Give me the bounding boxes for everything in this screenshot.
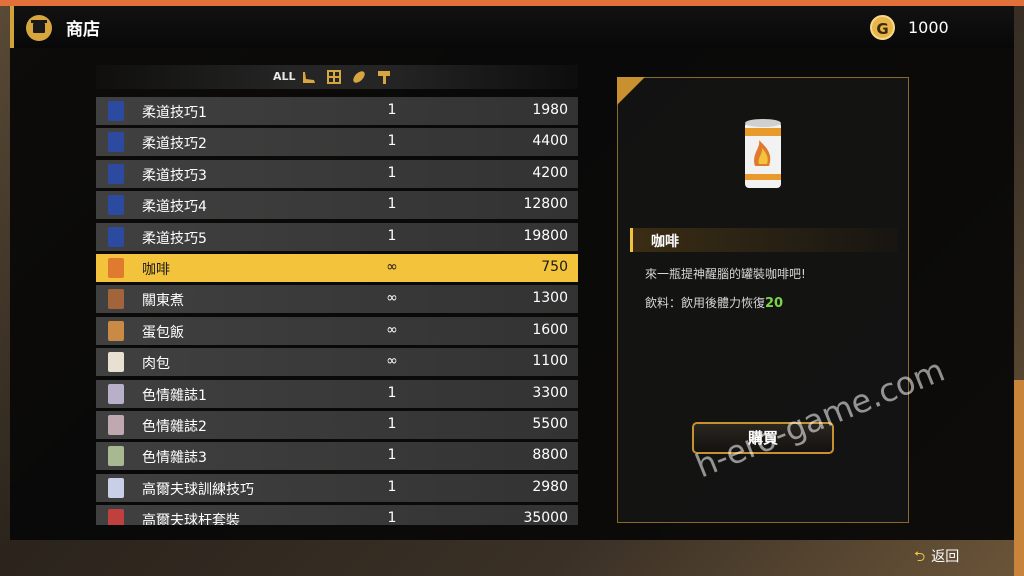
shop-icon <box>26 15 52 41</box>
item-qty: 1 <box>387 164 397 181</box>
item-thumbnail-icon <box>108 352 124 373</box>
item-qty: 1 <box>387 102 397 118</box>
item-price: 8800 <box>532 447 568 464</box>
product-effect: 飲料：飲用後體力恢復20 <box>645 294 783 311</box>
item-price: 750 <box>541 259 568 275</box>
item-name: 色情雜誌3 <box>142 450 207 467</box>
item-row[interactable]: 柔道技巧4 1 12800 <box>96 191 578 220</box>
item-qty: 1 <box>387 478 397 495</box>
product-name-bar: 咖啡 <box>630 228 898 252</box>
item-name: 關東煮 <box>142 293 184 310</box>
item-row[interactable]: 色情雜誌3 1 8800 <box>96 442 578 471</box>
item-qty: 1 <box>387 416 397 432</box>
coin-balance: 1000 <box>908 18 949 37</box>
item-qty: 1 <box>387 227 397 244</box>
item-name: 咖啡 <box>142 262 170 278</box>
item-name: 柔道技巧3 <box>142 167 207 184</box>
back-label: 返回 <box>931 549 960 565</box>
item-price: 1980 <box>532 102 568 118</box>
main-panel: ALL 柔道技巧1 1 1980 柔道技巧2 1 4400 柔道技巧3 1 4200 柔道技巧4 1… <box>10 48 1014 540</box>
effect-value: 20 <box>765 296 784 311</box>
item-thumbnail-icon <box>108 415 124 435</box>
page-title: 商店 <box>66 20 100 40</box>
item-row[interactable]: 高爾夫球杆套裝 1 35000 <box>96 505 578 525</box>
category-book-icon[interactable] <box>325 68 343 86</box>
coin-icon: G <box>870 15 895 40</box>
item-price: 12800 <box>523 196 568 213</box>
item-thumbnail-icon <box>108 163 124 184</box>
category-bar: ALL <box>96 65 578 89</box>
item-name: 高爾夫球杆套裝 <box>142 513 240 525</box>
item-name: 蛋包飯 <box>142 324 184 341</box>
category-all-tab[interactable]: ALL <box>273 68 296 86</box>
item-row[interactable]: 肉包 ∞ 1100 <box>96 348 578 377</box>
item-thumbnail-icon <box>108 195 124 216</box>
item-row[interactable]: 咖啡 ∞ 750 <box>96 254 578 282</box>
item-price: 4200 <box>532 164 568 181</box>
item-thumbnail-icon <box>108 383 124 404</box>
product-description: 來一瓶提神醒腦的罐裝咖啡吧! <box>645 267 806 281</box>
item-qty: ∞ <box>386 321 398 338</box>
item-thumbnail-icon <box>108 132 124 153</box>
item-name: 肉包 <box>142 356 170 373</box>
item-name: 色情雜誌1 <box>142 387 207 404</box>
coffee-can-icon <box>743 118 783 192</box>
category-tool-icon[interactable] <box>375 68 393 86</box>
item-price: 2980 <box>532 478 568 495</box>
item-price: 5500 <box>532 416 568 432</box>
item-name: 柔道技巧2 <box>142 136 207 153</box>
item-qty: 1 <box>387 196 397 213</box>
item-thumbnail-icon <box>108 320 124 341</box>
item-thumbnail-icon <box>108 477 124 498</box>
item-row[interactable]: 柔道技巧5 1 19800 <box>96 222 578 251</box>
item-thumbnail-icon <box>108 226 124 247</box>
header-bar: 商店 G 1000 <box>10 6 1014 48</box>
item-price: 19800 <box>523 227 568 244</box>
item-qty: ∞ <box>386 353 398 370</box>
item-price: 1600 <box>532 321 568 338</box>
item-thumbnail-icon <box>108 509 124 525</box>
category-shoe-icon[interactable] <box>300 68 318 86</box>
item-price: 4400 <box>532 133 568 150</box>
item-name: 柔道技巧5 <box>142 230 207 247</box>
item-price: 3300 <box>532 384 568 401</box>
item-name: 高爾夫球訓練技巧 <box>142 481 254 498</box>
item-row[interactable]: 柔道技巧1 1 1980 <box>96 97 578 125</box>
item-price: 35000 <box>523 510 568 525</box>
item-row[interactable]: 柔道技巧2 1 4400 <box>96 128 578 157</box>
effect-label: 飲料：飲用後體力恢復 <box>645 296 766 310</box>
item-price: 1100 <box>532 353 568 370</box>
item-thumbnail-icon <box>108 446 124 467</box>
background-edge <box>1014 380 1024 576</box>
item-thumbnail-icon <box>108 289 124 310</box>
back-arrow-icon: ⮌ <box>914 549 926 565</box>
item-row[interactable]: 色情雜誌1 1 3300 <box>96 379 578 408</box>
category-food-icon[interactable] <box>350 68 368 86</box>
item-name: 色情雜誌2 <box>142 419 207 435</box>
item-thumbnail-icon <box>108 101 124 121</box>
item-row[interactable]: 蛋包飯 ∞ 1600 <box>96 316 578 345</box>
item-qty: 1 <box>387 447 397 464</box>
item-list: 柔道技巧1 1 1980 柔道技巧2 1 4400 柔道技巧3 1 4200 柔道技巧4 1 1280… <box>96 97 578 525</box>
item-row[interactable]: 色情雜誌2 1 5500 <box>96 411 578 439</box>
shop-screen: 商店 G 1000 ALL 柔道技巧1 1 1980 柔道技巧2 1 4400 柔道技巧3 1… <box>0 0 1024 576</box>
item-qty: 1 <box>387 384 397 401</box>
item-name: 柔道技巧4 <box>142 199 207 216</box>
panel-corner <box>617 77 645 105</box>
item-name: 柔道技巧1 <box>142 105 207 121</box>
item-row[interactable]: 高爾夫球訓練技巧 1 2980 <box>96 473 578 502</box>
item-price: 1300 <box>532 290 568 307</box>
item-qty: ∞ <box>386 259 398 275</box>
item-row[interactable]: 柔道技巧3 1 4200 <box>96 159 578 188</box>
item-qty: 1 <box>387 510 397 525</box>
back-button[interactable]: ⮌ 返回 <box>914 546 959 566</box>
item-thumbnail-icon <box>108 258 124 278</box>
product-name: 咖啡 <box>651 234 679 250</box>
item-qty: ∞ <box>386 290 398 307</box>
item-row[interactable]: 關東煮 ∞ 1300 <box>96 285 578 314</box>
item-qty: 1 <box>387 133 397 150</box>
